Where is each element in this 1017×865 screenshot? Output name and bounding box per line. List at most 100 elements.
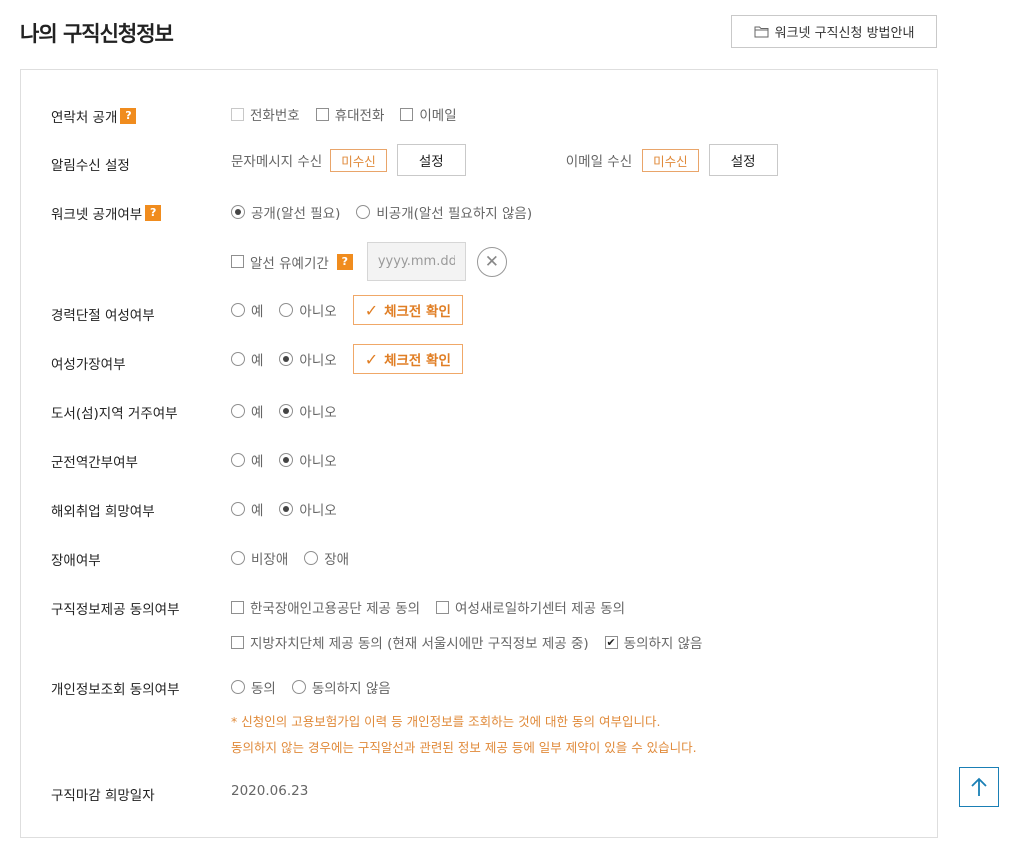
sms-status-badge: 미수신 bbox=[330, 148, 387, 172]
consent-kead-option[interactable]: 한국장애인고용공단 제공 동의 bbox=[231, 597, 420, 617]
scroll-top-button[interactable] bbox=[959, 767, 999, 807]
grace-period-date-input[interactable] bbox=[366, 242, 466, 281]
grace-period-option[interactable]: 알선 유예기간 bbox=[231, 252, 329, 272]
help-icon[interactable]: ? bbox=[336, 253, 353, 270]
military-label-text: 군전역간부여부 bbox=[51, 455, 138, 471]
notification-options: 문자메시지 수신 미수신 설정 이메일 수신 미수신 설정 bbox=[231, 144, 778, 176]
worknet-public-label-text: 워크넷 공개여부 bbox=[51, 207, 143, 223]
island-label-text: 도서(섬)지역 거주여부 bbox=[51, 406, 178, 422]
disabled-text: 장애 bbox=[324, 552, 350, 568]
consent-none-option[interactable]: ✔ 동의하지 않음 bbox=[604, 632, 703, 652]
career-break-yes-option[interactable]: 예 bbox=[231, 300, 263, 320]
disabled-option[interactable]: 장애 bbox=[304, 548, 349, 568]
disability-label: 장애여부 bbox=[51, 549, 101, 569]
worknet-private-option[interactable]: 비공개(알선 필요하지 않음) bbox=[356, 202, 532, 222]
consent-kead-text: 한국장애인고용공단 제공 동의 bbox=[250, 601, 421, 617]
island-no-text: 아니오 bbox=[299, 405, 337, 421]
consent-none-text: 동의하지 않음 bbox=[623, 636, 703, 652]
female-head-yes-radio[interactable] bbox=[231, 352, 245, 366]
sms-setting-button[interactable]: 설정 bbox=[396, 144, 466, 176]
island-no-radio[interactable] bbox=[279, 404, 294, 418]
military-yes-radio[interactable] bbox=[231, 453, 245, 467]
guide-button[interactable]: 워크넷 구직신청 방법안내 bbox=[731, 15, 937, 48]
consent-local-gov-option[interactable]: 지방자치단체 제공 동의 (현재 서울시에만 구직정보 제공 중) bbox=[231, 632, 589, 652]
job-info-consent-options-1: 한국장애인고용공단 제공 동의 여성새로일하기센터 제공 동의 bbox=[231, 597, 641, 617]
worknet-private-text: 비공개(알선 필요하지 않음) bbox=[376, 206, 533, 222]
career-break-no-option[interactable]: 아니오 bbox=[279, 300, 337, 320]
island-yes-radio[interactable] bbox=[231, 404, 245, 418]
disability-label-text: 장애여부 bbox=[51, 553, 101, 569]
overseas-no-option[interactable]: 아니오 bbox=[279, 499, 337, 519]
contact-email-checkbox[interactable] bbox=[400, 107, 414, 121]
non-disabled-radio[interactable] bbox=[231, 551, 245, 565]
island-no-option[interactable]: 아니오 bbox=[279, 401, 337, 421]
overseas-no-radio[interactable] bbox=[279, 502, 294, 516]
career-break-yes-text: 예 bbox=[251, 304, 264, 320]
personal-info-consent-label: 개인정보조회 동의여부 bbox=[51, 678, 180, 698]
personal-info-note-1: * 신청인의 고용보험가입 이력 등 개인정보를 조회하는 것에 대한 동의 여… bbox=[231, 714, 661, 729]
military-label: 군전역간부여부 bbox=[51, 451, 138, 471]
consent-kead-checkbox[interactable] bbox=[231, 600, 244, 614]
job-info-consent-label: 구직정보제공 동의여부 bbox=[51, 598, 180, 618]
personal-info-consent-options: 동의 동의하지 않음 bbox=[231, 677, 407, 697]
email-status-badge: 미수신 bbox=[642, 148, 699, 172]
disabled-radio[interactable] bbox=[304, 551, 319, 565]
career-break-check-button[interactable]: ✓ 체크전 확인 bbox=[352, 295, 463, 325]
consent-women-center-text: 여성새로일하기센터 제공 동의 bbox=[455, 601, 626, 617]
military-yes-option[interactable]: 예 bbox=[231, 450, 263, 470]
female-head-label: 여성가장여부 bbox=[51, 353, 126, 373]
non-disabled-option[interactable]: 비장애 bbox=[231, 548, 288, 568]
contact-email-label: 이메일 bbox=[419, 108, 457, 124]
contact-mobile-option[interactable]: 휴대전화 bbox=[315, 104, 384, 124]
personal-agree-option[interactable]: 동의 bbox=[231, 677, 276, 697]
worknet-public-radio[interactable] bbox=[231, 205, 245, 219]
career-break-yes-radio[interactable] bbox=[231, 303, 245, 317]
island-yes-text: 예 bbox=[251, 405, 264, 421]
contact-public-options: 전화번호 휴대전화 이메일 bbox=[231, 104, 473, 124]
overseas-yes-option[interactable]: 예 bbox=[231, 499, 263, 519]
consent-local-gov-checkbox[interactable] bbox=[231, 635, 244, 649]
email-setting-button[interactable]: 설정 bbox=[708, 144, 778, 176]
help-icon[interactable]: ? bbox=[120, 108, 137, 124]
female-head-check-button[interactable]: ✓ 체크전 확인 bbox=[352, 344, 463, 374]
female-head-no-radio[interactable] bbox=[279, 352, 294, 366]
grace-period-label: 알선 유예기간 bbox=[250, 255, 329, 272]
worknet-public-option[interactable]: 공개(알선 필요) bbox=[231, 202, 340, 222]
non-disabled-text: 비장애 bbox=[251, 552, 289, 568]
contact-phone-checkbox[interactable] bbox=[231, 107, 244, 121]
deadline-value-row: 2020.06.23 bbox=[231, 783, 308, 799]
military-no-option[interactable]: 아니오 bbox=[279, 450, 337, 470]
deadline-value: 2020.06.23 bbox=[231, 783, 309, 799]
email-notify-label: 이메일 수신 bbox=[565, 154, 633, 170]
sms-label: 문자메시지 수신 bbox=[231, 154, 323, 170]
contact-phone-option[interactable]: 전화번호 bbox=[231, 104, 300, 124]
help-icon[interactable]: ? bbox=[145, 205, 162, 221]
personal-disagree-option[interactable]: 동의하지 않음 bbox=[291, 677, 391, 697]
consent-none-checkbox[interactable]: ✔ bbox=[604, 635, 618, 649]
career-break-no-radio[interactable] bbox=[279, 303, 294, 317]
female-head-yes-option[interactable]: 예 bbox=[231, 349, 263, 369]
female-head-options: 예 아니오 ✓ 체크전 확인 bbox=[231, 344, 463, 374]
female-head-no-option[interactable]: 아니오 bbox=[279, 349, 337, 369]
contact-mobile-checkbox[interactable] bbox=[315, 107, 329, 121]
female-head-label-text: 여성가장여부 bbox=[51, 357, 126, 373]
contact-public-label: 연락처 공개 ? bbox=[51, 106, 137, 126]
consent-women-center-checkbox[interactable] bbox=[436, 600, 450, 614]
grace-period-row: 알선 유예기간 ? ✕ bbox=[231, 242, 507, 281]
guide-button-label: 워크넷 구직신청 방법안내 bbox=[774, 26, 915, 41]
island-yes-option[interactable]: 예 bbox=[231, 401, 263, 421]
consent-local-gov-text: 지방자치단체 제공 동의 (현재 서울시에만 구직정보 제공 중) bbox=[250, 636, 589, 652]
personal-agree-radio[interactable] bbox=[231, 680, 245, 694]
military-no-radio[interactable] bbox=[279, 453, 294, 467]
personal-disagree-radio[interactable] bbox=[291, 680, 306, 694]
clear-icon[interactable]: ✕ bbox=[476, 246, 507, 277]
overseas-yes-radio[interactable] bbox=[231, 502, 245, 516]
notification-label: 알림수신 설정 bbox=[51, 154, 130, 174]
contact-email-option[interactable]: 이메일 bbox=[400, 104, 457, 124]
grace-period-checkbox[interactable] bbox=[231, 255, 244, 268]
consent-women-center-option[interactable]: 여성새로일하기센터 제공 동의 bbox=[436, 597, 625, 617]
worknet-private-radio[interactable] bbox=[356, 205, 371, 219]
overseas-no-text: 아니오 bbox=[299, 503, 337, 519]
checkmark-icon: ✓ bbox=[364, 349, 379, 369]
island-options: 예 아니오 bbox=[231, 401, 353, 421]
